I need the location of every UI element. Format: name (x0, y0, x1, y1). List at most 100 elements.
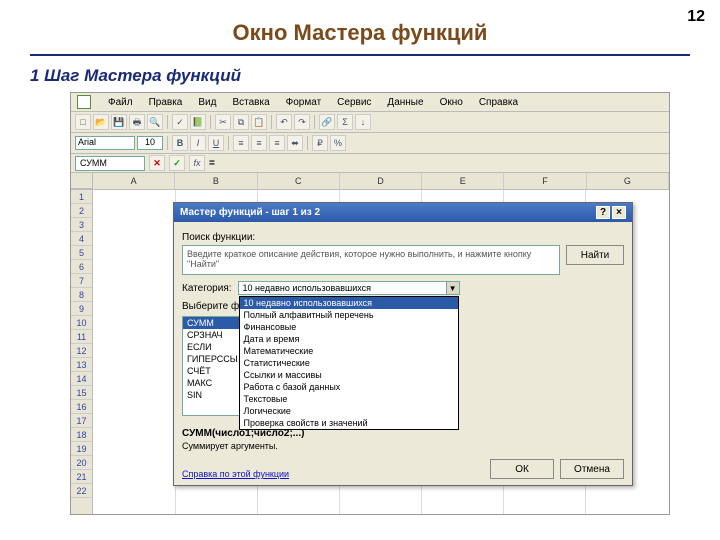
category-option[interactable]: Статистические (240, 357, 458, 369)
category-combo[interactable]: 10 недавно использовавшихся ▼ 10 недавно… (238, 281, 460, 295)
menu-view[interactable]: Вид (195, 96, 219, 109)
col-header[interactable]: E (422, 173, 504, 189)
new-icon[interactable]: □ (75, 114, 91, 130)
open-icon[interactable]: 📂 (93, 114, 109, 130)
italic-icon[interactable]: I (190, 135, 206, 151)
find-button[interactable]: Найти (566, 245, 624, 265)
category-option[interactable]: Работа с базой данных (240, 381, 458, 393)
cells-area[interactable]: Мастер функций - шаг 1 из 2 ? × Поиск фу… (93, 190, 669, 514)
redo-icon[interactable]: ↷ (294, 114, 310, 130)
category-option[interactable]: Ссылки и массивы (240, 369, 458, 381)
print-icon[interactable]: 🖶 (129, 114, 145, 130)
category-option[interactable]: Проверка свойств и значений (240, 417, 458, 429)
row-header[interactable]: 20 (71, 456, 92, 470)
row-header[interactable]: 19 (71, 442, 92, 456)
category-option[interactable]: Полный алфавитный перечень (240, 309, 458, 321)
menu-format[interactable]: Формат (283, 96, 325, 109)
row-header[interactable]: 4 (71, 232, 92, 246)
chevron-down-icon[interactable]: ▼ (446, 282, 459, 294)
underline-icon[interactable]: U (208, 135, 224, 151)
row-header[interactable]: 8 (71, 288, 92, 302)
category-option[interactable]: Дата и время (240, 333, 458, 345)
menu-bar: Файл Правка Вид Вставка Формат Сервис Да… (71, 93, 669, 112)
font-name-input[interactable]: Arial (75, 136, 135, 150)
category-option[interactable]: Логические (240, 405, 458, 417)
paste-icon[interactable]: 📋 (251, 114, 267, 130)
cancel-formula-icon[interactable]: ✕ (149, 155, 165, 171)
row-header[interactable]: 18 (71, 428, 92, 442)
col-header[interactable]: D (340, 173, 422, 189)
merge-icon[interactable]: ⬌ (287, 135, 303, 151)
row-header[interactable]: 15 (71, 386, 92, 400)
row-header[interactable]: 21 (71, 470, 92, 484)
row-header[interactable]: 10 (71, 316, 92, 330)
page-number: 12 (687, 8, 705, 26)
sum-icon[interactable]: Σ (337, 114, 353, 130)
cut-icon[interactable]: ✂ (215, 114, 231, 130)
menu-data[interactable]: Данные (384, 96, 426, 109)
row-header[interactable]: 7 (71, 274, 92, 288)
row-header[interactable]: 13 (71, 358, 92, 372)
col-header[interactable]: A (93, 173, 175, 189)
menu-help[interactable]: Справка (476, 96, 521, 109)
link-icon[interactable]: 🔗 (319, 114, 335, 130)
research-icon[interactable]: 📗 (190, 114, 206, 130)
row-header[interactable]: 12 (71, 344, 92, 358)
select-all[interactable] (71, 173, 93, 189)
help-icon[interactable]: ? (596, 206, 610, 219)
dialog-titlebar[interactable]: Мастер функций - шаг 1 из 2 ? × (174, 203, 632, 222)
row-header[interactable]: 2 (71, 204, 92, 218)
menu-tools[interactable]: Сервис (334, 96, 374, 109)
save-icon[interactable]: 💾 (111, 114, 127, 130)
ok-button[interactable]: ОК (490, 459, 554, 479)
menu-edit[interactable]: Правка (146, 96, 186, 109)
col-header[interactable]: C (258, 173, 340, 189)
align-right-icon[interactable]: ≡ (269, 135, 285, 151)
copy-icon[interactable]: ⧉ (233, 114, 249, 130)
row-header[interactable]: 9 (71, 302, 92, 316)
category-option[interactable]: Математические (240, 345, 458, 357)
separator-icon (167, 136, 168, 150)
row-header[interactable]: 6 (71, 260, 92, 274)
currency-icon[interactable]: ₽ (312, 135, 328, 151)
cancel-button[interactable]: Отмена (560, 459, 624, 479)
row-header[interactable]: 14 (71, 372, 92, 386)
document-icon (77, 95, 91, 109)
formula-content[interactable]: = (209, 158, 215, 169)
menu-insert[interactable]: Вставка (229, 96, 272, 109)
align-left-icon[interactable]: ≡ (233, 135, 249, 151)
category-option[interactable]: 10 недавно использовавшихся (240, 297, 458, 309)
row-header[interactable]: 11 (71, 330, 92, 344)
preview-icon[interactable]: 🔍 (147, 114, 163, 130)
row-header[interactable]: 3 (71, 218, 92, 232)
bold-icon[interactable]: B (172, 135, 188, 151)
row-header[interactable]: 1 (71, 190, 92, 204)
search-input[interactable]: Введите краткое описание действия, котор… (182, 245, 560, 275)
accept-formula-icon[interactable]: ✓ (169, 155, 185, 171)
row-header[interactable]: 22 (71, 484, 92, 498)
help-link[interactable]: Справка по этой функции (182, 469, 289, 479)
row-header[interactable]: 16 (71, 400, 92, 414)
slide-subtitle: 1 Шаг Мастера функций (30, 66, 690, 86)
undo-icon[interactable]: ↶ (276, 114, 292, 130)
category-option[interactable]: Финансовые (240, 321, 458, 333)
menu-window[interactable]: Окно (437, 96, 466, 109)
sort-icon[interactable]: ↓ (355, 114, 371, 130)
spell-icon[interactable]: ✓ (172, 114, 188, 130)
col-header[interactable]: G (587, 173, 669, 189)
close-icon[interactable]: × (612, 206, 626, 219)
format-toolbar: Arial 10 B I U ≡ ≡ ≡ ⬌ ₽ % (71, 133, 669, 154)
col-header[interactable]: B (175, 173, 257, 189)
row-header[interactable]: 17 (71, 414, 92, 428)
category-option[interactable]: Текстовые (240, 393, 458, 405)
col-header[interactable]: F (504, 173, 586, 189)
align-center-icon[interactable]: ≡ (251, 135, 267, 151)
category-label: Категория: (182, 283, 232, 294)
name-box[interactable]: СУММ (75, 156, 145, 171)
menu-file[interactable]: Файл (105, 96, 136, 109)
font-size-input[interactable]: 10 (137, 136, 163, 150)
fx-icon[interactable]: fx (189, 155, 205, 171)
separator-icon (271, 115, 272, 129)
row-header[interactable]: 5 (71, 246, 92, 260)
percent-icon[interactable]: % (330, 135, 346, 151)
